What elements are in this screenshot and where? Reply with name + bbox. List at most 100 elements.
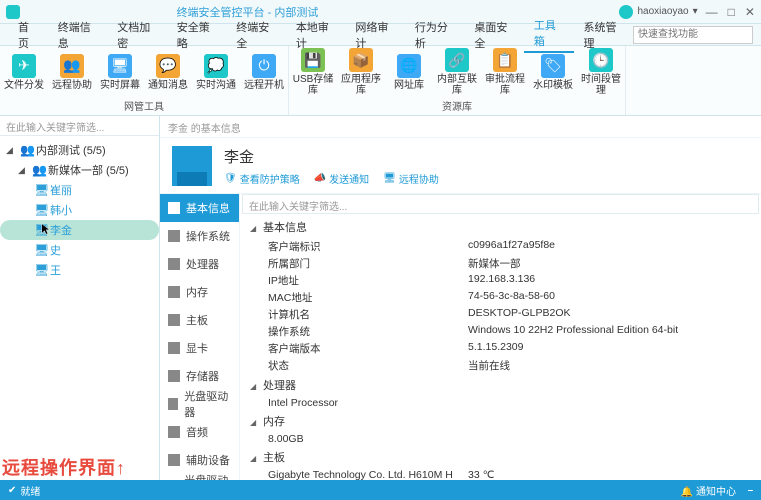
maximize-button[interactable]: □ xyxy=(728,5,735,19)
user-badge[interactable]: haoxiaoyao ▾ xyxy=(619,5,697,19)
detail-key: 状态 xyxy=(268,358,468,373)
ribbon: ✈文件分发 👥远程协助 🖥实时屏幕 💬通知消息 💭实时沟通 ⏻远程开机 网管工具… xyxy=(0,46,761,116)
app-library-button[interactable]: 📦应用程序库 xyxy=(337,46,385,98)
nav-aux[interactable]: 辅助设备 xyxy=(160,446,239,474)
detail-row: 操作系统Windows 10 22H2 Professional Edition… xyxy=(240,323,761,340)
timespan-button[interactable]: 🕒时间段管理 xyxy=(577,46,625,98)
shield-icon: 🛡 xyxy=(224,173,237,184)
tree-dept[interactable]: ◢👥新媒体一部 (5/5) xyxy=(0,160,159,180)
nav-optical2[interactable]: 光盘驱动器 xyxy=(160,474,239,480)
detail-row: 计算机名DESKTOP-GLPB2OK xyxy=(240,306,761,323)
sidebar: 在此输入关键字筛选... ◢👥内部测试 (5/5) ◢👥新媒体一部 (5/5) … xyxy=(0,116,160,480)
view-policy-link[interactable]: 🛡查看防护策略 xyxy=(224,171,300,186)
detail-key: MAC地址 xyxy=(268,290,468,305)
detail-key: Gigabyte Technology Co. Ltd. H610M H V2 … xyxy=(268,469,468,480)
menu-bar: 首页 终端信息 文档加密 安全策略 终端安全 本地审计 网络审计 行为分析 桌面… xyxy=(0,24,761,46)
url-library-button[interactable]: 🌐网址库 xyxy=(385,46,433,98)
section-header[interactable]: ◢ 基本信息 xyxy=(240,216,761,238)
org-tree: ◢👥内部测试 (5/5) ◢👥新媒体一部 (5/5) 🖥崔丽 🖥韩小 🖥李金 🖥… xyxy=(0,136,159,480)
detail-row: 客户端标识c0996a1f27a95f8e xyxy=(240,238,761,255)
detail-row: MAC地址74-56-3c-8a-58-60 xyxy=(240,289,761,306)
detail-value: 当前在线 xyxy=(468,358,510,373)
detail-value: Windows 10 22H2 Professional Edition 64-… xyxy=(468,324,678,339)
file-distribute-button[interactable]: ✈文件分发 xyxy=(0,46,48,98)
tree-user[interactable]: 🖥韩小 xyxy=(0,200,159,220)
detail-filter-input[interactable]: 在此输入关键字筛选... xyxy=(242,194,759,214)
detail-key: 计算机名 xyxy=(268,307,468,322)
remote-assist-link[interactable]: 🖥远程协助 xyxy=(383,171,439,186)
detail-key: Intel Processor xyxy=(268,397,468,409)
ribbon-group-label: 网管工具 xyxy=(0,98,288,115)
nav-os[interactable]: 操作系统 xyxy=(160,222,239,250)
detail-key: 操作系统 xyxy=(268,324,468,339)
minimize-button[interactable]: — xyxy=(706,5,718,19)
nav-optical[interactable]: 光盘驱动器 xyxy=(160,390,239,418)
detail-value: 33 ℃ xyxy=(468,469,494,480)
app-logo xyxy=(6,5,20,19)
monitor-icon: 🖥 xyxy=(383,173,396,184)
detail-value: 新媒体一部 xyxy=(468,256,521,271)
nav-audio[interactable]: 音频 xyxy=(160,418,239,446)
usb-storage-button[interactable]: 💾USB存储库 xyxy=(289,46,337,98)
notify-button[interactable]: 💬通知消息 xyxy=(144,46,192,98)
remote-power-button[interactable]: ⏻远程开机 xyxy=(240,46,288,98)
nav-memory[interactable]: 内存 xyxy=(160,278,239,306)
ribbon-group-resources: 💾USB存储库 📦应用程序库 🌐网址库 🔗内部互联库 📋审批流程库 🏷水印模板 … xyxy=(289,46,626,115)
detail-value: 74-56-3c-8a-58-60 xyxy=(468,290,555,305)
tree-root[interactable]: ◢👥内部测试 (5/5) xyxy=(0,140,159,160)
tree-user[interactable]: 🖥崔丽 xyxy=(0,180,159,200)
close-button[interactable]: ✕ xyxy=(745,5,755,19)
watermark-button[interactable]: 🏷水印模板 xyxy=(529,46,577,98)
status-text: 就绪 xyxy=(20,483,40,498)
detail-value: 5.1.15.2309 xyxy=(468,341,523,356)
sidebar-filter-input[interactable]: 在此输入关键字筛选... xyxy=(0,116,159,136)
detail-key: 所属部门 xyxy=(268,256,468,271)
send-notify-link[interactable]: 📣发送通知 xyxy=(314,171,369,186)
detail-list[interactable]: ◢ 基本信息客户端标识c0996a1f27a95f8e所属部门新媒体一部IP地址… xyxy=(240,216,761,480)
tree-user[interactable]: 🖥王 xyxy=(0,260,159,280)
detail-key: 8.00GB xyxy=(268,433,468,445)
detail-value: c0996a1f27a95f8e xyxy=(468,239,555,254)
detail-row: Intel Processor xyxy=(240,396,761,410)
detail-key: 客户端版本 xyxy=(268,341,468,356)
tree-user-selected[interactable]: 🖥李金 xyxy=(0,220,159,240)
remote-assist-button[interactable]: 👥远程协助 xyxy=(48,46,96,98)
nav-storage[interactable]: 存储器 xyxy=(160,362,239,390)
notification-center[interactable]: 🔔 通知中心 xyxy=(681,483,736,498)
detail-key: 客户端标识 xyxy=(268,239,468,254)
detail-row: IP地址192.168.3.136 xyxy=(240,272,761,289)
chat-button[interactable]: 💭实时沟通 xyxy=(192,46,240,98)
main-panel: 李金 的基本信息 李金 🛡查看防护策略 📣发送通知 🖥远程协助 基本信息 操作系… xyxy=(160,116,761,480)
detail-row: 状态当前在线 xyxy=(240,357,761,374)
quick-search-input[interactable] xyxy=(633,26,753,44)
profile-name: 李金 xyxy=(224,146,439,167)
detail-panel: 在此输入关键字筛选... ◢ 基本信息客户端标识c0996a1f27a95f8e… xyxy=(240,194,761,480)
nav-gpu[interactable]: 显卡 xyxy=(160,334,239,362)
nav-cpu[interactable]: 处理器 xyxy=(160,250,239,278)
computer-icon xyxy=(172,146,212,186)
detail-nav: 基本信息 操作系统 处理器 内存 主板 显卡 存储器 光盘驱动器 音频 辅助设备… xyxy=(160,194,240,480)
realtime-screen-button[interactable]: 🖥实时屏幕 xyxy=(96,46,144,98)
detail-value: 192.168.3.136 xyxy=(468,273,535,288)
megaphone-icon: 📣 xyxy=(314,173,326,184)
section-header[interactable]: ◢ 处理器 xyxy=(240,374,761,396)
tree-user[interactable]: 🖥史 xyxy=(0,240,159,260)
approval-flow-button[interactable]: 📋审批流程库 xyxy=(481,46,529,98)
nav-basic-info[interactable]: 基本信息 xyxy=(160,194,239,222)
intranet-button[interactable]: 🔗内部互联库 xyxy=(433,46,481,98)
section-header[interactable]: ◢ 内存 xyxy=(240,410,761,432)
avatar-icon xyxy=(619,5,633,19)
detail-row: 客户端版本5.1.15.2309 xyxy=(240,340,761,357)
username: haoxiaoyao xyxy=(637,6,688,17)
ribbon-group-label: 资源库 xyxy=(289,98,625,115)
breadcrumb: 李金 的基本信息 xyxy=(160,116,761,138)
section-header[interactable]: ◢ 主板 xyxy=(240,446,761,468)
nav-motherboard[interactable]: 主板 xyxy=(160,306,239,334)
status-ready-icon: ✔ xyxy=(8,485,16,496)
ribbon-group-nettools: ✈文件分发 👥远程协助 🖥实时屏幕 💬通知消息 💭实时沟通 ⏻远程开机 网管工具 xyxy=(0,46,289,115)
detail-row: 所属部门新媒体一部 xyxy=(240,255,761,272)
detail-row: 8.00GB xyxy=(240,432,761,446)
overlay-caption: 远程操作界面↑ xyxy=(2,454,126,480)
status-sep: ⎯ xyxy=(748,485,753,496)
profile-header: 李金 🛡查看防护策略 📣发送通知 🖥远程协助 xyxy=(160,138,761,194)
